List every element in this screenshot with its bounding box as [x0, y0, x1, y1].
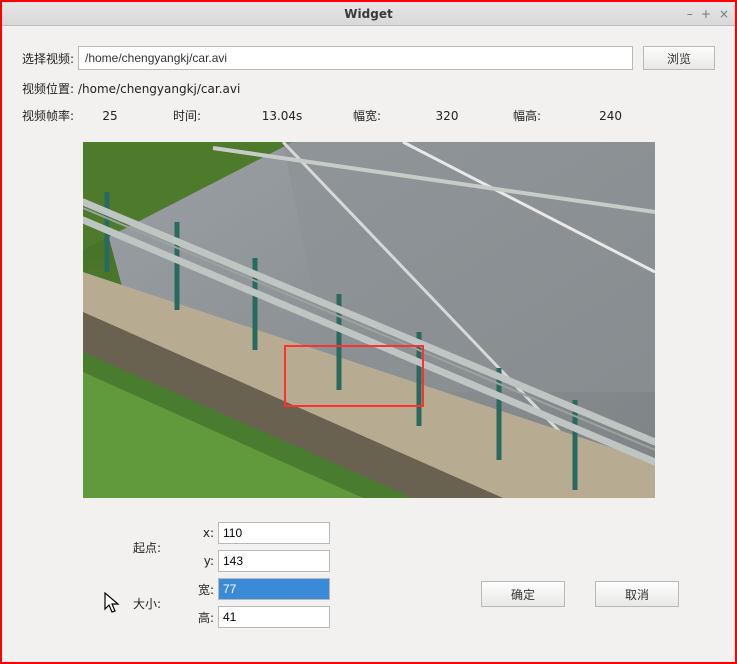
height-label: 幅高: [492, 107, 562, 124]
h-label: 高: [192, 609, 218, 626]
y-label: y: [192, 554, 218, 568]
w-label: 宽: [192, 581, 218, 598]
close-icon[interactable]: × [719, 2, 729, 26]
content-area: 选择视频: 浏览 视频位置: /home/chengyangkj/car.avi… [2, 26, 735, 662]
time-value: 13.04s [232, 109, 332, 123]
video-frame-image [83, 142, 655, 498]
video-location-row: 视频位置: /home/chengyangkj/car.avi [22, 80, 715, 97]
origin-label: 起点: [102, 539, 192, 556]
video-location-label: 视频位置: [22, 80, 78, 97]
video-preview[interactable] [83, 142, 655, 498]
height-value: 240 [562, 109, 622, 123]
height-input[interactable] [218, 606, 330, 628]
titlebar: Widget – + × [2, 2, 735, 26]
ok-button[interactable]: 确定 [481, 581, 565, 607]
width-input[interactable] [218, 578, 330, 600]
minimize-icon[interactable]: – [687, 2, 693, 26]
bottom-panel: 起点: x: y: 大小: 宽: 高: 确定 取消 [22, 522, 715, 628]
x-input[interactable] [218, 522, 330, 544]
coord-block: 起点: x: y: 大小: 宽: 高: [102, 522, 330, 628]
cancel-button[interactable]: 取消 [595, 581, 679, 607]
fps-value: 25 [78, 109, 142, 123]
x-label: x: [192, 526, 218, 540]
video-path-input[interactable] [78, 46, 633, 70]
width-value: 320 [402, 109, 492, 123]
video-meta-row: 视频帧率: 25 时间: 13.04s 幅宽: 320 幅高: 240 [22, 107, 715, 124]
fps-label: 视频帧率: [22, 107, 78, 124]
browse-button[interactable]: 浏览 [643, 46, 715, 70]
window-title: Widget [344, 7, 392, 21]
size-label: 大小: [102, 595, 192, 612]
width-label: 幅宽: [332, 107, 402, 124]
app-window: Widget – + × 选择视频: 浏览 视频位置: /home/chengy… [0, 0, 737, 664]
choose-video-label: 选择视频: [22, 50, 78, 67]
action-buttons: 确定 取消 [481, 581, 679, 607]
window-controls: – + × [687, 2, 729, 26]
time-label: 时间: [142, 107, 232, 124]
choose-video-row: 选择视频: 浏览 [22, 46, 715, 70]
maximize-icon[interactable]: + [701, 2, 711, 26]
y-input[interactable] [218, 550, 330, 572]
video-location-value: /home/chengyangkj/car.avi [78, 82, 240, 96]
